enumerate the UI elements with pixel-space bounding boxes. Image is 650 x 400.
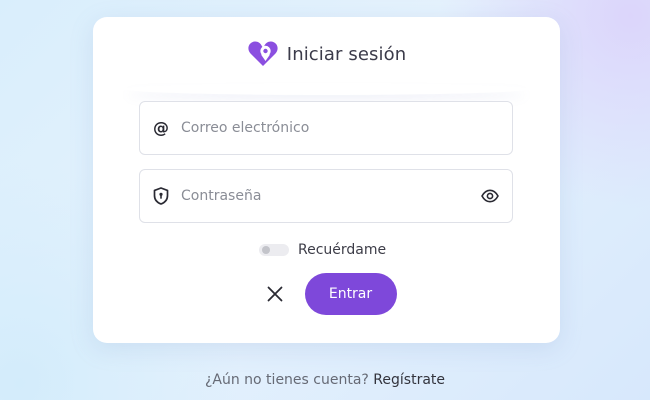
form-actions: Entrar xyxy=(93,273,560,315)
email-input[interactable] xyxy=(181,120,512,136)
card-header: Iniciar sesión xyxy=(93,17,560,91)
toggle-knob xyxy=(262,246,270,254)
shield-icon xyxy=(151,186,171,206)
password-field[interactable] xyxy=(139,169,513,223)
register-question: ¿Aún no tienes cuenta? xyxy=(204,372,369,388)
remember-label: Recuérdame xyxy=(298,242,387,258)
heart-location-icon xyxy=(248,41,278,66)
register-prompt: ¿Aún no tienes cuenta? Regístrate xyxy=(0,372,650,388)
eye-icon[interactable] xyxy=(478,184,502,208)
remember-me: Recuérdame xyxy=(259,240,386,260)
at-icon: @ xyxy=(151,118,171,138)
email-field[interactable]: @ xyxy=(139,101,513,155)
password-input[interactable] xyxy=(181,188,478,204)
at-glyph: @ xyxy=(153,118,169,137)
login-card: Iniciar sesión @ Recuérdame xyxy=(93,17,560,343)
close-icon[interactable] xyxy=(261,280,289,308)
remember-toggle[interactable] xyxy=(259,244,289,256)
submit-button[interactable]: Entrar xyxy=(304,273,397,315)
header-divider xyxy=(123,83,530,95)
register-link[interactable]: Regístrate xyxy=(373,372,445,388)
page-title: Iniciar sesión xyxy=(286,43,407,65)
